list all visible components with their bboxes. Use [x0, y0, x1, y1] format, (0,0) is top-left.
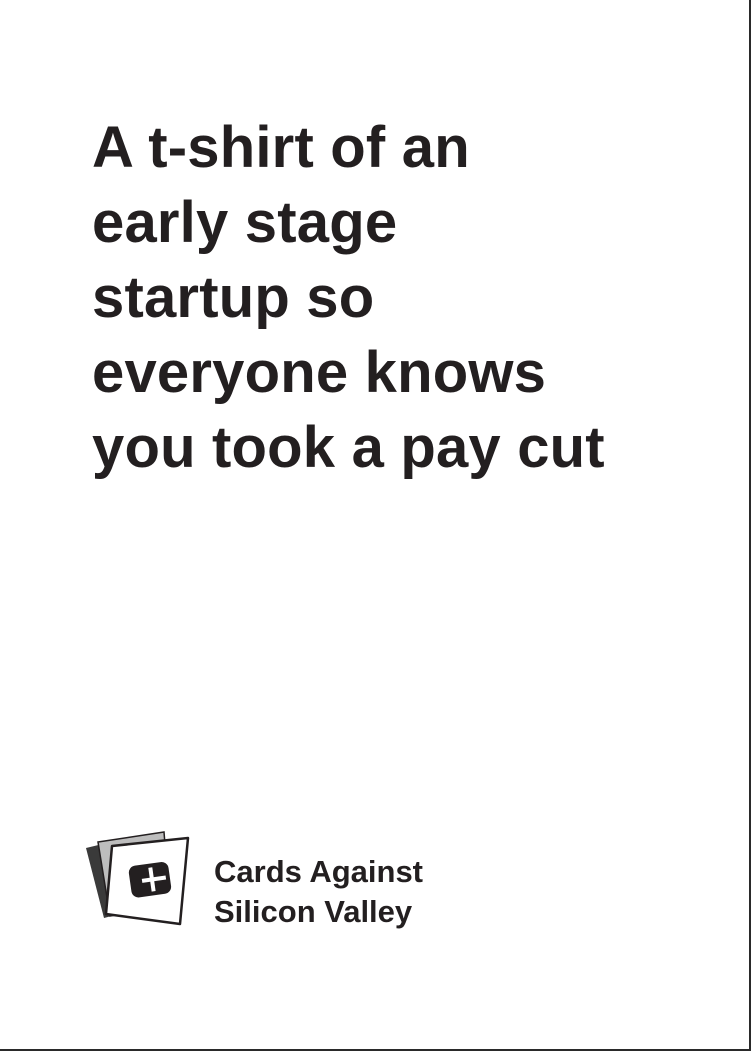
brand-name-line-1: Cards Against — [214, 854, 424, 889]
card-text-line-2: early stage — [92, 190, 398, 255]
card-text: A t-shirt of an early stage startup so e… — [92, 110, 692, 485]
stacked-cards-chip-icon — [86, 831, 190, 926]
card-text-line-5: you took a pay cut — [92, 415, 605, 480]
card-text-line-3: startup so — [92, 265, 375, 330]
brand-name: Cards Against Silicon Valley — [214, 852, 423, 932]
card-text-line-4: everyone knows — [92, 340, 547, 405]
brand-name-line-2: Silicon Valley — [214, 894, 413, 929]
answer-card: A t-shirt of an early stage startup so e… — [0, 0, 751, 1051]
card-text-line-1: A t-shirt of an — [92, 115, 470, 180]
